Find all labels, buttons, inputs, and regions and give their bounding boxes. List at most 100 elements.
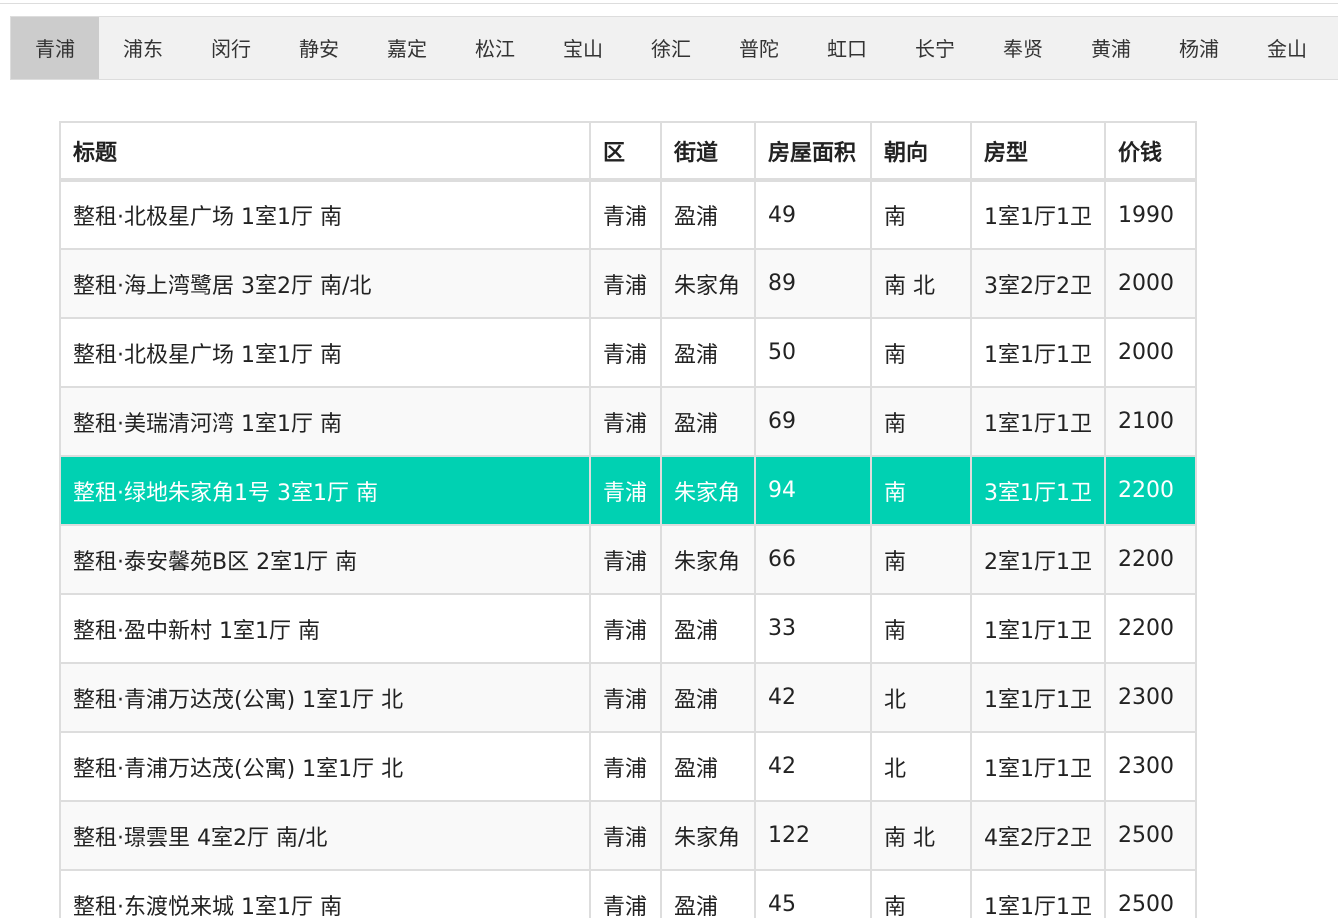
cell-orientation: 南 — [870, 593, 972, 664]
district-tab-bar: 青浦 浦东 闵行 静安 嘉定 松江 宝山 徐汇 普陀 虹口 长宁 奉贤 黄浦 杨浦 金山 — [10, 16, 1338, 80]
header-street[interactable]: 街道 — [660, 121, 756, 182]
cell-title: 整租·海上湾鹭居 3室2厅 南/北 — [59, 248, 591, 319]
cell-street: 朱家角 — [660, 455, 756, 526]
cell-price: 2200 — [1104, 593, 1197, 664]
table-row[interactable]: 整租·璟雲里 4室2厅 南/北 青浦 朱家角 122 南 北 4室2厅2卫 2500 — [59, 800, 1197, 871]
cell-district: 青浦 — [589, 662, 662, 733]
cell-area: 49 — [754, 179, 872, 250]
table-row[interactable]: 整租·海上湾鹭居 3室2厅 南/北 青浦 朱家角 89 南 北 3室2厅2卫 2000 — [59, 248, 1197, 319]
cell-street: 朱家角 — [660, 800, 756, 871]
cell-title: 整租·绿地朱家角1号 3室1厅 南 — [59, 455, 591, 526]
table-row[interactable]: 整租·北极星广场 1室1厅 南青浦 盈浦 49 南 1室1厅1卫 1990 — [59, 179, 1197, 250]
cell-price: 2000 — [1104, 317, 1197, 388]
cell-title: 整租·北极星广场 1室1厅 南 — [59, 179, 591, 250]
cell-price: 2300 — [1104, 731, 1197, 802]
cell-price: 2200 — [1104, 524, 1197, 595]
table-row[interactable]: 整租·北极星广场 1室1厅 南青浦 盈浦 50 南 1室1厅1卫 2000 — [59, 317, 1197, 388]
cell-street: 朱家角 — [660, 524, 756, 595]
cell-layout: 1室1厅1卫 — [970, 731, 1106, 802]
cell-street: 盈浦 — [660, 593, 756, 664]
cell-area: 45 — [754, 869, 872, 918]
cell-orientation: 北 — [870, 731, 972, 802]
cell-street: 盈浦 — [660, 386, 756, 457]
table-row[interactable]: 整租·绿地朱家角1号 3室1厅 南青浦 朱家角 94 南 3室1厅1卫 2200 — [59, 455, 1197, 526]
cell-layout: 2室1厅1卫 — [970, 524, 1106, 595]
cell-district: 青浦 — [589, 869, 662, 918]
table-row[interactable]: 整租·青浦万达茂(公寓) 1室1厅 北青浦 盈浦 42 北 1室1厅1卫 2300 — [59, 731, 1197, 802]
district-tab[interactable]: 松江 — [451, 17, 539, 79]
cell-layout: 1室1厅1卫 — [970, 386, 1106, 457]
district-tab[interactable]: 杨浦 — [1155, 17, 1243, 79]
cell-layout: 1室1厅1卫 — [970, 662, 1106, 733]
cell-orientation: 南 — [870, 317, 972, 388]
table-row[interactable]: 整租·泰安馨苑B区 2室1厅 南青浦 朱家角 66 南 2室1厅1卫 2200 — [59, 524, 1197, 595]
header-price[interactable]: 价钱 — [1104, 121, 1197, 182]
cell-title: 整租·北极星广场 1室1厅 南 — [59, 317, 591, 388]
cell-area: 69 — [754, 386, 872, 457]
table-row[interactable]: 整租·青浦万达茂(公寓) 1室1厅 北青浦 盈浦 42 北 1室1厅1卫 2300 — [59, 662, 1197, 733]
cell-layout: 1室1厅1卫 — [970, 317, 1106, 388]
cell-district: 青浦 — [589, 524, 662, 595]
cell-district: 青浦 — [589, 800, 662, 871]
listing-table-wrapper: 标题 区 街道 房屋面积 朝向 房型 价钱 整租·北极星广场 1室1厅 南青浦盈… — [59, 121, 1197, 918]
district-tab[interactable]: 普陀 — [715, 17, 803, 79]
cell-district: 青浦 — [589, 455, 662, 526]
table-row[interactable]: 整租·美瑞清河湾 1室1厅 南青浦 盈浦 69 南 1室1厅1卫 2100 — [59, 386, 1197, 457]
cell-layout: 3室1厅1卫 — [970, 455, 1106, 526]
district-tab[interactable]: 闵行 — [187, 17, 275, 79]
cell-layout: 1室1厅1卫 — [970, 869, 1106, 918]
cell-area: 122 — [754, 800, 872, 871]
cell-orientation: 南 — [870, 455, 972, 526]
cell-district: 青浦 — [589, 317, 662, 388]
cell-layout: 1室1厅1卫 — [970, 179, 1106, 250]
table-row[interactable]: 整租·盈中新村 1室1厅 南青浦 盈浦 33 南 1室1厅1卫 2200 — [59, 593, 1197, 664]
district-tab[interactable]: 长宁 — [891, 17, 979, 79]
district-tab[interactable]: 黄浦 — [1067, 17, 1155, 79]
district-tab[interactable]: 嘉定 — [363, 17, 451, 79]
cell-title: 整租·盈中新村 1室1厅 南 — [59, 593, 591, 664]
cell-district: 青浦 — [589, 593, 662, 664]
cell-title: 整租·青浦万达茂(公寓) 1室1厅 北 — [59, 662, 591, 733]
district-tab[interactable]: 静安 — [275, 17, 363, 79]
cell-area: 89 — [754, 248, 872, 319]
table-row[interactable]: 整租·东渡悦来城 1室1厅 南青浦 盈浦 45 南 1室1厅1卫 2500 — [59, 869, 1197, 918]
cell-price: 2500 — [1104, 869, 1197, 918]
cell-layout: 1室1厅1卫 — [970, 593, 1106, 664]
cell-area: 33 — [754, 593, 872, 664]
cell-title: 整租·东渡悦来城 1室1厅 南 — [59, 869, 591, 918]
cell-street: 盈浦 — [660, 662, 756, 733]
cell-title: 整租·璟雲里 4室2厅 南/北 — [59, 800, 591, 871]
district-tab[interactable]: 徐汇 — [627, 17, 715, 79]
cell-layout: 4室2厅2卫 — [970, 800, 1106, 871]
cell-area: 50 — [754, 317, 872, 388]
cell-area: 42 — [754, 662, 872, 733]
header-title[interactable]: 标题 — [59, 121, 591, 182]
cell-price: 2300 — [1104, 662, 1197, 733]
cell-orientation: 北 — [870, 662, 972, 733]
header-orientation[interactable]: 朝向 — [870, 121, 972, 182]
district-tab[interactable]: 宝山 — [539, 17, 627, 79]
district-tab[interactable]: 浦东 — [99, 17, 187, 79]
cell-area: 66 — [754, 524, 872, 595]
cell-price: 1990 — [1104, 179, 1197, 250]
cell-street: 朱家角 — [660, 248, 756, 319]
cell-price: 2100 — [1104, 386, 1197, 457]
cell-price: 2200 — [1104, 455, 1197, 526]
cell-street: 盈浦 — [660, 179, 756, 250]
cell-street: 盈浦 — [660, 731, 756, 802]
cell-street: 盈浦 — [660, 869, 756, 918]
header-layout[interactable]: 房型 — [970, 121, 1106, 182]
cell-area: 42 — [754, 731, 872, 802]
district-tab[interactable]: 青浦 — [11, 17, 99, 79]
district-tab[interactable]: 虹口 — [803, 17, 891, 79]
cell-title: 整租·美瑞清河湾 1室1厅 南 — [59, 386, 591, 457]
cell-street: 盈浦 — [660, 317, 756, 388]
cell-district: 青浦 — [589, 731, 662, 802]
district-tab[interactable]: 金山 — [1243, 17, 1331, 79]
header-district[interactable]: 区 — [589, 121, 662, 182]
cell-area: 94 — [754, 455, 872, 526]
cell-layout: 3室2厅2卫 — [970, 248, 1106, 319]
header-area[interactable]: 房屋面积 — [754, 121, 872, 182]
cell-title: 整租·泰安馨苑B区 2室1厅 南 — [59, 524, 591, 595]
district-tab[interactable]: 奉贤 — [979, 17, 1067, 79]
